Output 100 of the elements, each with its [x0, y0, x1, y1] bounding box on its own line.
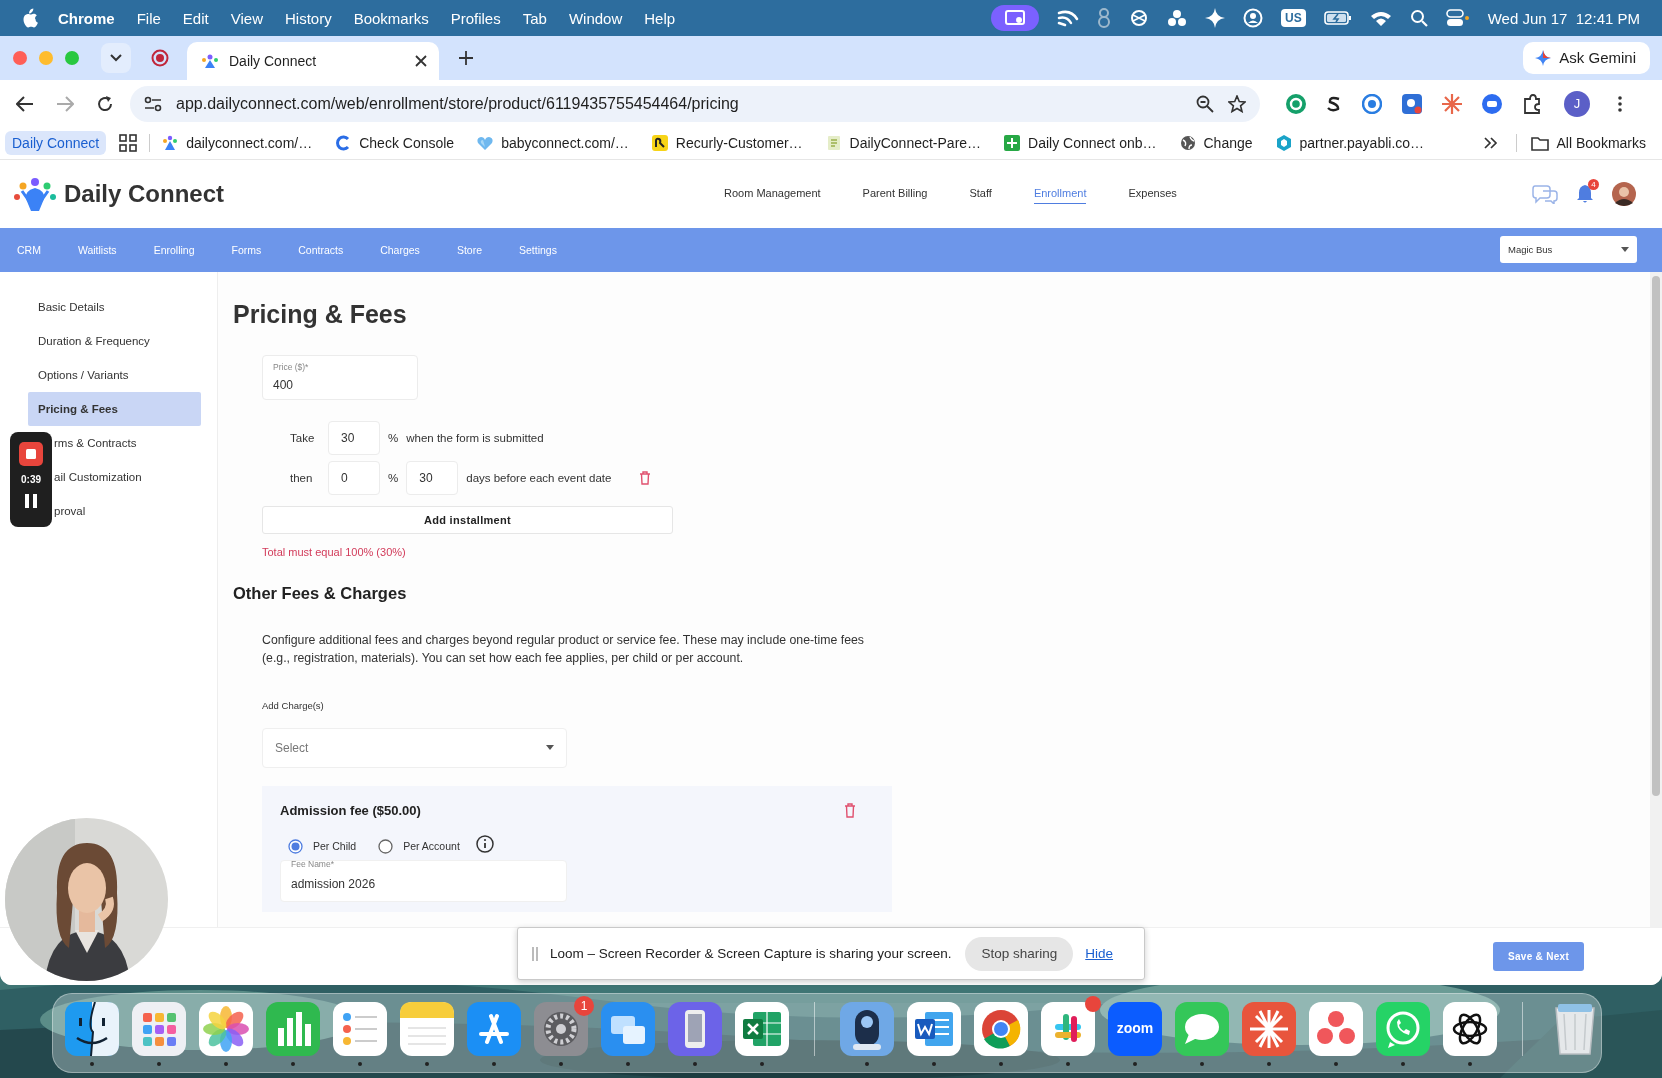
gear-app-icon[interactable]	[534, 1002, 588, 1056]
ring-browser-icon[interactable]	[974, 1002, 1028, 1056]
gear-badge-icon[interactable]	[1402, 93, 1422, 114]
scrollbar[interactable]	[1650, 271, 1662, 928]
burst-app-icon[interactable]	[1242, 1002, 1296, 1056]
charge-select[interactable]: Select	[262, 727, 567, 768]
sidebar-item[interactable]: proval	[54, 493, 86, 528]
sidebar-item[interactable]: Basic Details	[38, 289, 105, 324]
radio-option[interactable]: Per Account	[378, 838, 460, 854]
sidebar-item[interactable]: Pricing & Fees	[28, 391, 201, 426]
bookmark-item[interactable]: dailyconnect.com/…	[162, 135, 313, 152]
price-field[interactable]: Price ($)* 400	[262, 354, 418, 400]
close-icon[interactable]	[415, 54, 427, 67]
face-app-icon[interactable]	[65, 1002, 119, 1056]
keyboard-layout[interactable]: US	[1281, 9, 1306, 27]
search-icon[interactable]	[1409, 9, 1428, 27]
nav-link[interactable]: Parent Billing	[862, 183, 928, 205]
spreadsheet-app-icon[interactable]	[735, 1002, 789, 1056]
phone-bubble-app-icon[interactable]	[1376, 1002, 1430, 1056]
nav-link[interactable]: Staff	[969, 183, 992, 205]
hash-app-icon[interactable]	[1041, 1002, 1095, 1056]
add-installment-button[interactable]: Add installment	[262, 505, 673, 534]
fee-name-field[interactable]: Fee Name* admission 2026	[280, 859, 567, 902]
percent-field[interactable]: 30	[328, 420, 380, 455]
browser-tab[interactable]: Daily Connect	[187, 41, 439, 80]
chain-icon[interactable]	[1097, 7, 1111, 29]
zoom-icon[interactable]	[1196, 94, 1214, 113]
burst-icon[interactable]	[1442, 93, 1462, 114]
bookmark-item[interactable]: Change	[1179, 135, 1253, 152]
back-icon[interactable]	[16, 95, 34, 112]
tab-search-button[interactable]	[101, 42, 131, 73]
bell-icon[interactable]	[1576, 183, 1594, 204]
star-icon[interactable]	[1228, 94, 1246, 113]
user-circle-icon[interactable]	[1243, 8, 1263, 28]
menu-item[interactable]: Edit	[171, 9, 220, 27]
sidebar-item[interactable]: ail Customization	[54, 459, 142, 494]
info-icon[interactable]	[475, 835, 494, 854]
flower-app-icon[interactable]	[199, 1002, 253, 1056]
swirl-icon[interactable]	[1326, 95, 1342, 112]
knot-icon[interactable]	[1129, 8, 1149, 28]
new-tab-icon[interactable]	[459, 50, 473, 65]
battery-icon[interactable]	[1323, 10, 1352, 26]
menu-item[interactable]: Help	[633, 9, 687, 27]
broadcast-icon[interactable]	[1057, 9, 1079, 27]
percent-field[interactable]: 0	[328, 460, 380, 495]
delete-icon[interactable]	[639, 470, 652, 485]
ring-logo-icon[interactable]	[1286, 93, 1306, 114]
more-icon[interactable]	[1618, 95, 1622, 112]
record-icon[interactable]	[151, 48, 169, 67]
notepad-app-icon[interactable]	[400, 1002, 454, 1056]
menu-item[interactable]: Window	[557, 9, 634, 27]
bar-chart-app-icon[interactable]	[266, 1002, 320, 1056]
document-app-icon[interactable]	[907, 1002, 961, 1056]
menu-item[interactable]: Tab	[511, 9, 558, 27]
stop-record-button[interactable]	[19, 442, 43, 466]
reload-icon[interactable]	[96, 94, 114, 113]
list-app-icon[interactable]	[333, 1002, 387, 1056]
phone-app-icon[interactable]	[668, 1002, 722, 1056]
chat-bubble-app-icon[interactable]	[1175, 1002, 1229, 1056]
video-logo-icon[interactable]	[1482, 93, 1502, 114]
drag-handle-icon[interactable]	[532, 946, 538, 961]
knot-app-icon[interactable]	[1443, 1002, 1497, 1056]
sparkle-icon[interactable]	[1205, 8, 1225, 28]
sidebar-item[interactable]: Options / Variants	[38, 357, 129, 392]
menu-item[interactable]: History	[273, 9, 343, 27]
bookmark-item[interactable]: Daily Connect onb…	[1004, 135, 1157, 152]
menu-item[interactable]: Profiles	[439, 9, 512, 27]
dots-icon[interactable]	[1167, 9, 1187, 27]
delete-icon[interactable]	[844, 802, 856, 818]
control-center-icon[interactable]	[1445, 9, 1470, 27]
wifi-icon[interactable]	[1369, 9, 1392, 27]
puzzle-icon[interactable]	[1522, 93, 1542, 114]
pencil-app-icon[interactable]	[467, 1002, 521, 1056]
apps-grid-icon[interactable]	[119, 134, 138, 153]
menu-item[interactable]: View	[219, 9, 274, 27]
screen-share-icon[interactable]	[991, 5, 1039, 31]
user-avatar-icon[interactable]	[1612, 181, 1636, 206]
bookmark-item[interactable]: Recurly-Customer…	[651, 135, 803, 152]
radio-button[interactable]	[288, 838, 303, 854]
hide-link[interactable]: Hide	[1085, 946, 1114, 961]
windows-app-icon[interactable]	[601, 1002, 655, 1056]
sidebar-item[interactable]: Duration & Frequency	[38, 323, 150, 358]
stop-sharing-button[interactable]: Stop sharing	[965, 936, 1074, 971]
all-bookmarks-button[interactable]: All Bookmarks	[1530, 135, 1646, 152]
more-bookmarks-icon[interactable]	[1483, 137, 1498, 150]
menu-item[interactable]: File	[125, 9, 172, 27]
menu-item[interactable]: Bookmarks	[342, 9, 440, 27]
nav-link[interactable]: Room Management	[724, 183, 821, 205]
menu-app-name[interactable]: Chrome	[38, 9, 126, 27]
radio-button[interactable]	[378, 838, 394, 854]
crescent-logo-icon[interactable]	[1362, 93, 1382, 114]
bookmark-item[interactable]: Check Console	[335, 135, 455, 152]
radio-option[interactable]: Per Child	[288, 838, 357, 854]
sidebar-item[interactable]: rms & Contracts	[54, 425, 137, 460]
location-select[interactable]: Magic Bus	[1500, 236, 1637, 264]
video-app-icon[interactable]	[1108, 1002, 1162, 1056]
bookmark-item[interactable]: DailyConnect-Pare…	[825, 135, 982, 152]
ask-gemini-button[interactable]: Ask Gemini	[1523, 41, 1650, 74]
days-field[interactable]: 30	[406, 460, 459, 495]
bookmark-item[interactable]: babyconnect.com/…	[477, 135, 629, 152]
